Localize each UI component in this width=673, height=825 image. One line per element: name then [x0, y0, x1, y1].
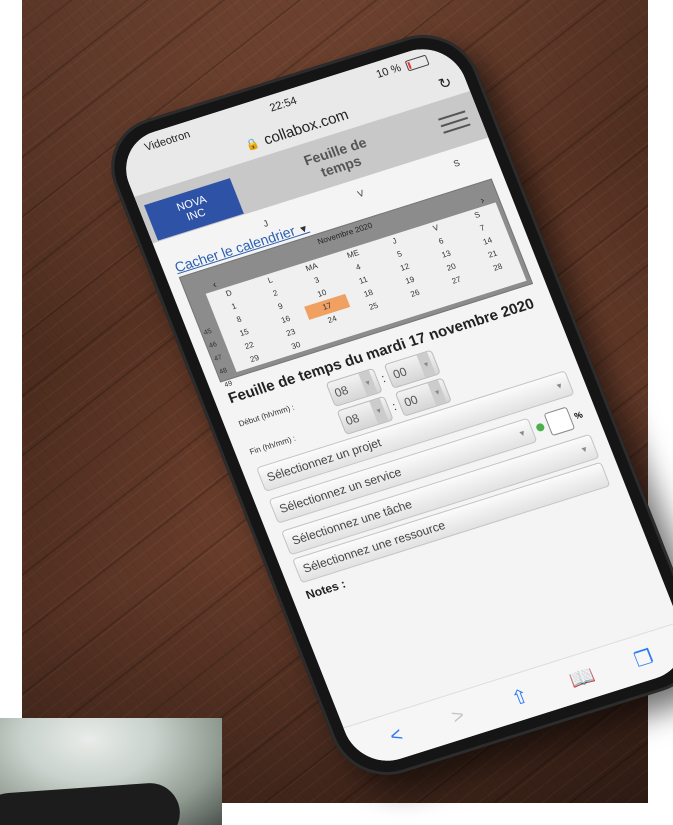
chevron-down-icon: ▼ [553, 380, 565, 392]
battery-percent: 10 % [374, 62, 403, 81]
tabs-icon[interactable]: ❐ [625, 642, 663, 674]
chevron-down-icon: ▼ [516, 427, 528, 439]
clock: 22:54 [268, 94, 299, 115]
second-phone-photo [0, 718, 222, 825]
chevron-down-icon: ▼ [358, 370, 378, 396]
percent-symbol: % [572, 409, 585, 422]
chevron-down-icon: ▼ [427, 379, 448, 406]
forward-icon[interactable]: > [440, 701, 477, 731]
caret-down-icon: ▼ [297, 223, 311, 237]
back-icon[interactable]: < [378, 721, 415, 751]
bookmarks-icon[interactable]: 📖 [563, 661, 601, 693]
share-icon[interactable]: ⇧ [501, 681, 539, 713]
chevron-down-icon: ▼ [416, 351, 437, 378]
chevron-down-icon: ▼ [578, 443, 590, 455]
percent-input[interactable] [543, 406, 576, 437]
top-day-v: V [356, 187, 366, 200]
status-dot-icon [535, 422, 546, 433]
top-day-s: S [451, 157, 462, 169]
reload-icon[interactable]: ↻ [436, 73, 454, 94]
battery-icon [404, 54, 430, 72]
lock-icon: 🔒 [243, 136, 261, 153]
chevron-down-icon: ▼ [369, 398, 389, 424]
menu-icon[interactable] [438, 110, 471, 134]
top-day-j: J [261, 218, 270, 229]
